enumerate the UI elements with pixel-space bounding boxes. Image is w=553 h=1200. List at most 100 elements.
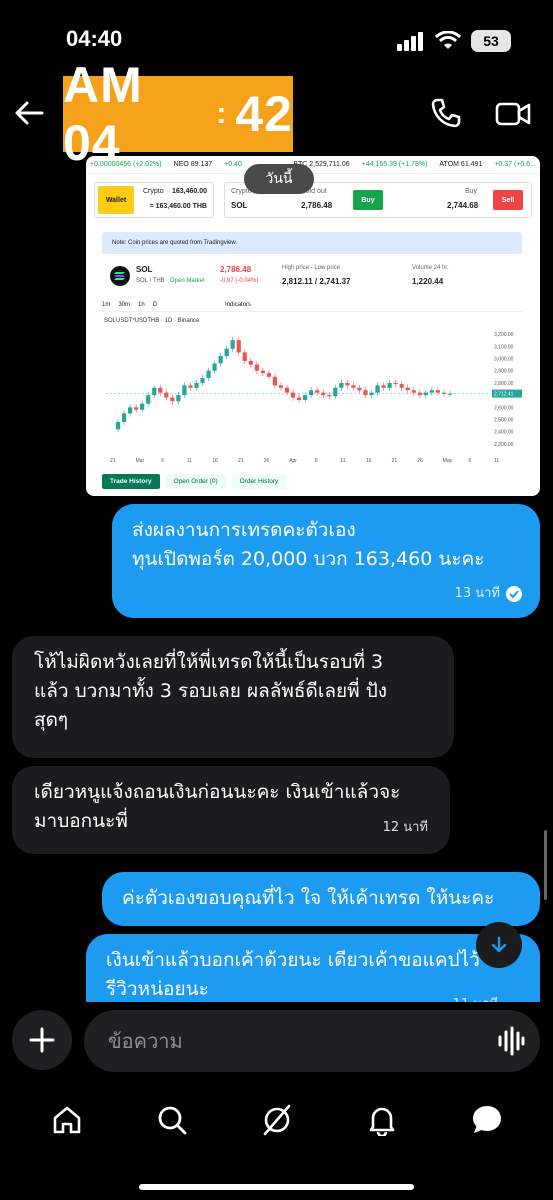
ticker-item: +0.37 (+0.6... xyxy=(494,161,536,168)
tab-trade-history[interactable]: Trade History xyxy=(102,474,160,489)
sol-logo-icon xyxy=(110,266,130,286)
nav-messages[interactable] xyxy=(467,1100,507,1140)
shared-trading-screenshot[interactable]: +0.00000456 (+2.02%) NEO 89.137 +0.40 BT… xyxy=(86,156,540,496)
tab-order-history[interactable]: Order History xyxy=(231,474,287,489)
wifi-icon xyxy=(435,31,461,49)
status-time: 04:40 xyxy=(66,26,123,51)
wallet-value-thb: = 163,460.00 THB xyxy=(149,203,207,210)
video-icon[interactable] xyxy=(495,98,531,130)
home-icon xyxy=(53,1106,80,1134)
y-tick-label: 2,300.00 xyxy=(494,442,514,448)
candle-body xyxy=(345,382,350,386)
coin-summary: SOL SOL / THB Open Market 2,786.48 -0.97… xyxy=(102,262,522,290)
bottom-nav xyxy=(0,1090,553,1150)
x-tick-label: 16 xyxy=(366,458,372,464)
candle-body xyxy=(134,407,139,410)
nav-notifications[interactable] xyxy=(362,1100,402,1140)
message-line: สุดๆ xyxy=(34,709,69,731)
tf-1m[interactable]: 1m xyxy=(102,302,110,308)
x-tick-label: Mar xyxy=(136,458,145,464)
overlay-time-sep: : xyxy=(216,97,228,130)
y-tick-label: 3,200.00 xyxy=(494,332,514,338)
message-outgoing[interactable]: ค่ะตัวเองขอบคุณที่ไว ใจ ให้เค้าเทรด ให้น… xyxy=(102,872,540,926)
scrollbar[interactable] xyxy=(544,830,547,900)
signal-icon xyxy=(397,32,423,51)
x-tick-label: 16 xyxy=(212,458,218,464)
candle-body xyxy=(272,376,278,386)
message-incoming[interactable]: โห้ไม่ผิดหวังเลยที่ให้พี่เทรดให้นี้เป็นร… xyxy=(12,636,454,758)
mic-icon[interactable] xyxy=(497,1026,525,1056)
candle-body xyxy=(303,395,308,400)
candle-body xyxy=(194,382,199,388)
tab-open-order[interactable]: Open Order (0) xyxy=(165,474,226,489)
x-tick-label: 21 xyxy=(238,458,244,464)
message-composer xyxy=(0,1002,553,1082)
candle-body xyxy=(375,385,380,393)
candle-body xyxy=(411,390,416,393)
chart-toolbar: 1m 30m 1h D Indicators xyxy=(102,298,522,312)
candle-body xyxy=(296,397,302,400)
back-arrow-icon[interactable] xyxy=(12,96,46,130)
buy-value: 2,744.68 xyxy=(447,201,479,210)
candle-body xyxy=(176,395,181,402)
message-input[interactable] xyxy=(84,1010,540,1072)
x-tick-label: 21 xyxy=(392,458,398,464)
message-time: 12 นาที xyxy=(382,820,428,835)
message-line: เดียวหนูแจ้งถอนเงินก่อนนะคะ เงินเข้าแล้ว… xyxy=(34,781,401,803)
x-tick-label: 11 xyxy=(494,458,499,464)
y-tick-label: 2,600.00 xyxy=(494,405,514,411)
message-line: เงินเข้าแล้วบอกเค้าด้วยนะ เดียวเค้าขอแคป… xyxy=(106,949,480,971)
x-tick-label: 26 xyxy=(264,458,270,464)
candle-body xyxy=(218,356,223,364)
wallet-box: Wallet Crypto 163,460.00 = 163,460.00 TH… xyxy=(94,182,214,218)
attach-button[interactable] xyxy=(12,1010,72,1070)
candle-body xyxy=(152,387,157,396)
candle-body xyxy=(224,348,229,357)
last-price-label: 2,712.41 xyxy=(494,392,514,398)
candle-body xyxy=(170,397,175,402)
message-incoming[interactable]: เดียวหนูแจ้งถอนเงินก่อนนะคะ เงินเข้าแล้ว… xyxy=(12,766,450,854)
overlay-time-suffix: 42 xyxy=(235,86,293,142)
x-tick-label: 11 xyxy=(187,458,192,464)
candle-body xyxy=(357,387,362,391)
coin-price: 2,786.48 xyxy=(220,265,252,274)
ticker-item: ATOM 61.491 xyxy=(439,161,483,168)
candle-body xyxy=(158,387,163,393)
scroll-to-bottom-button[interactable] xyxy=(476,922,522,968)
message-line: ทุนเปิดพอร์ต 20,000 บวก 163,460 นะคะ xyxy=(132,548,485,570)
phone-icon[interactable] xyxy=(429,96,463,130)
message-line: ส่งผลงานการเทรดคะตัวเอง xyxy=(132,519,356,541)
chat-icon xyxy=(472,1106,501,1133)
candle-body xyxy=(423,392,428,396)
candle-body xyxy=(212,363,217,371)
tf-d[interactable]: D xyxy=(153,302,157,308)
date-pill: วันนี้ xyxy=(244,164,314,194)
nav-home[interactable] xyxy=(47,1100,87,1140)
overlay-time-prefix: AM 04 xyxy=(63,57,143,171)
candle-body xyxy=(315,390,320,393)
indicators-button[interactable]: Indicators xyxy=(225,302,251,308)
candle-body xyxy=(260,370,265,374)
tf-30m[interactable]: 30m xyxy=(118,302,130,308)
coin-change: -0.97 (-0.04%) xyxy=(220,278,259,284)
ticker-item: NEO 89.137 xyxy=(173,161,213,168)
sold-value: 2,786.48 xyxy=(301,201,333,210)
nav-grok[interactable] xyxy=(257,1100,297,1140)
tf-1h[interactable]: 1h xyxy=(138,302,145,308)
candle-body xyxy=(248,360,253,365)
message-line: แล้ว บวกมาทั้ง 3 รอบเลย ผลลัพธ์ดีเลยพี่ … xyxy=(34,680,388,702)
plus-icon xyxy=(29,1027,55,1053)
message-line: ค่ะตัวเองขอบคุณที่ไว ใจ ให้เค้าเทรด ให้น… xyxy=(122,887,495,909)
candle-body xyxy=(236,340,241,353)
candle-body xyxy=(121,413,127,422)
buy-button[interactable]: Buy xyxy=(353,190,383,210)
candle-body xyxy=(140,403,145,410)
x-tick-label: 6 xyxy=(468,458,471,464)
candle-body xyxy=(363,390,368,396)
nav-search[interactable] xyxy=(152,1100,192,1140)
battery-indicator: 53 xyxy=(471,30,511,52)
x-tick-label: Apr xyxy=(289,458,297,464)
sell-button[interactable]: Sell xyxy=(493,190,523,210)
message-outgoing[interactable]: ส่งผลงานการเทรดคะตัวเอง ทุนเปิดพอร์ต 20,… xyxy=(112,504,540,618)
x-tick-label: 21 xyxy=(110,458,116,464)
